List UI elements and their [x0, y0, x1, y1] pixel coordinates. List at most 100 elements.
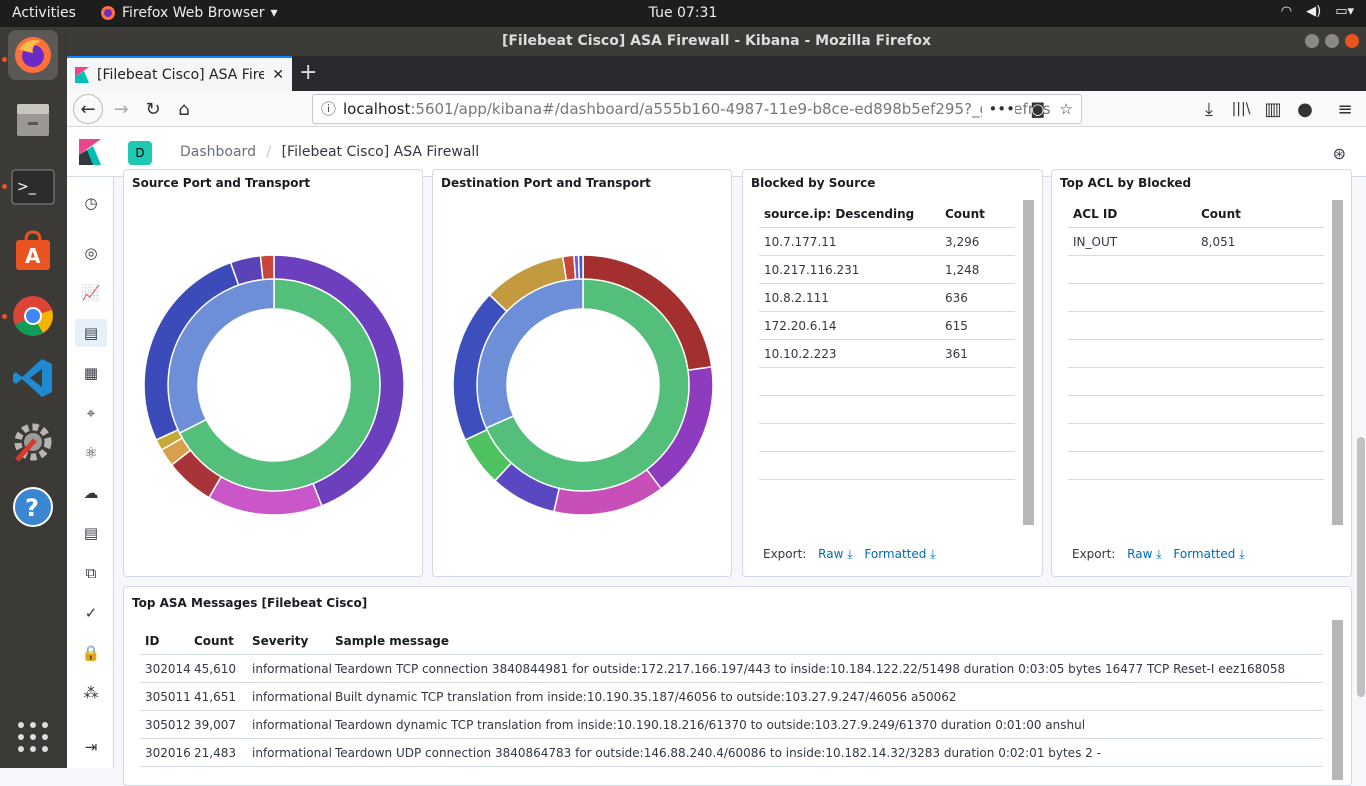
sidebar-toggle-icon[interactable]: ▥ — [1259, 96, 1287, 122]
table-row[interactable]: IN_OUT 8,051 — [1068, 228, 1324, 256]
logs-icon[interactable]: ▤ — [75, 519, 107, 547]
source-port-donut[interactable] — [124, 170, 424, 578]
space-avatar[interactable]: D — [128, 141, 152, 165]
cell-message: Teardown TCP connection 3840844981 for o… — [335, 661, 1286, 676]
new-tab-button[interactable]: + — [299, 60, 317, 85]
close-tab-icon[interactable]: ✕ — [272, 67, 284, 83]
page-actions-icon[interactable]: ••• — [982, 95, 1015, 123]
system-tray[interactable]: ◠ ◀) ▭▾ — [1281, 4, 1354, 19]
forward-button[interactable]: → — [107, 96, 135, 122]
column-count[interactable]: Count — [945, 207, 985, 221]
vertical-scrollbar[interactable] — [1332, 200, 1343, 525]
bookmark-star-icon[interactable]: ☆ — [1060, 95, 1073, 123]
visualize-icon[interactable]: 📈 — [75, 279, 107, 307]
downloads-icon[interactable]: ⤓ — [1195, 96, 1223, 122]
site-info-icon[interactable]: ⓘ — [321, 95, 336, 123]
cell-ip: 10.8.2.111 — [764, 290, 829, 305]
window-titlebar[interactable]: [Filebeat Cisco] ASA Firewall - Kibana -… — [67, 27, 1366, 56]
files-icon — [17, 104, 49, 136]
help-menu-icon[interactable]: ⊛ — [1333, 144, 1346, 163]
account-icon[interactable]: ● — [1291, 96, 1319, 122]
table-header: source.ip: Descending Count — [759, 200, 1015, 228]
export-formatted-link[interactable]: Formatted ⤓ — [1173, 547, 1244, 561]
table-row[interactable]: 10.8.2.111 636 — [759, 284, 1015, 312]
navigation-toolbar: ← → ↻ ⌂ ⓘ localhost:5601/app/kibana#/das… — [67, 91, 1366, 127]
canvas-icon[interactable]: ▦ — [75, 359, 107, 387]
dock-firefox[interactable] — [8, 30, 58, 80]
cell-id: 302016 — [145, 745, 191, 760]
kibana-logo-icon[interactable] — [79, 139, 101, 165]
cell-count: 636 — [945, 290, 968, 305]
maps-icon[interactable]: ⌖ — [75, 399, 107, 427]
export-raw-link[interactable]: Raw ⤓ — [1127, 547, 1161, 561]
kibana-favicon-icon — [75, 66, 89, 83]
running-indicator — [2, 57, 7, 62]
vertical-scrollbar[interactable] — [1023, 200, 1034, 525]
reload-button[interactable]: ↻ — [139, 96, 167, 122]
column-acl-id[interactable]: ACL ID — [1068, 207, 1201, 221]
table-row[interactable]: 10.10.2.223 361 — [759, 340, 1015, 368]
discover-icon[interactable]: ◎ — [75, 239, 107, 267]
library-icon[interactable]: |||\ — [1227, 96, 1255, 122]
browser-tab-active[interactable]: [Filebeat Cisco] ASA Firewall - Kibana ✕ — [67, 56, 292, 91]
table-row[interactable]: 302016 21,483 informational Teardown UDP co… — [140, 739, 1323, 767]
app-menu[interactable]: Firefox Web Browser ▾ — [100, 5, 278, 21]
svg-text:?: ? — [25, 494, 39, 522]
back-button[interactable]: ← — [73, 94, 103, 124]
url-rest: :5601/app/kibana#/dashboard/a555b160-498… — [410, 100, 1051, 118]
destination-port-donut[interactable] — [433, 170, 733, 578]
breadcrumb-dashboard[interactable]: Dashboard — [180, 144, 256, 160]
recent-icon[interactable]: ◷ — [75, 189, 107, 217]
activities-button[interactable]: Activities — [12, 5, 76, 21]
column-id[interactable]: ID — [140, 634, 194, 648]
siem-icon[interactable]: 🔒 — [75, 639, 107, 667]
minimize-button[interactable] — [1305, 34, 1319, 48]
maximize-button[interactable] — [1325, 34, 1339, 48]
panel-source-port: Source Port and Transport — [123, 169, 423, 577]
close-window-button[interactable] — [1345, 34, 1359, 48]
column-count[interactable]: Count — [1201, 207, 1241, 221]
machine-learning-icon[interactable]: ⚛ — [75, 439, 107, 467]
dock-help[interactable]: ? — [8, 482, 58, 532]
window-title: [Filebeat Cisco] ASA Firewall - Kibana -… — [501, 33, 932, 49]
column-sample-message[interactable]: Sample message — [335, 634, 449, 648]
table-row[interactable]: 305012 39,007 informational Teardown dynami… — [140, 711, 1323, 739]
uptime-icon[interactable]: ✓ — [75, 599, 107, 627]
table-row[interactable]: 10.217.116.231 1,248 — [759, 256, 1015, 284]
vertical-scrollbar[interactable] — [1332, 620, 1343, 780]
export-formatted-link[interactable]: Formatted ⤓ — [864, 547, 935, 561]
table-row[interactable]: 10.7.177.11 3,296 — [759, 228, 1015, 256]
pocket-icon[interactable]: ◙ — [1030, 95, 1045, 123]
column-severity[interactable]: Severity — [252, 634, 335, 648]
dock-chrome[interactable] — [8, 291, 58, 341]
collapse-nav-icon[interactable]: ⇥ — [75, 733, 107, 761]
column-source-ip[interactable]: source.ip: Descending — [759, 207, 945, 221]
empty-row — [1068, 312, 1324, 340]
dock-files[interactable] — [8, 95, 58, 145]
table-row[interactable]: 172.20.6.14 615 — [759, 312, 1015, 340]
dock-terminal[interactable]: >_ — [8, 162, 58, 212]
dock-vscode[interactable] — [8, 353, 58, 403]
cell-count: 45,610 — [194, 661, 236, 676]
cell-count: 41,651 — [194, 689, 236, 704]
graph-icon[interactable]: ⁂ — [75, 679, 107, 707]
chevron-down-icon: ▾ — [270, 5, 278, 21]
column-count[interactable]: Count — [194, 634, 252, 648]
dock-settings[interactable] — [8, 417, 58, 467]
dashboard-icon[interactable]: ▤ — [75, 319, 107, 347]
breadcrumb: Dashboard / [Filebeat Cisco] ASA Firewal… — [180, 144, 479, 160]
menu-icon[interactable]: ≡ — [1331, 96, 1359, 122]
apm-icon[interactable]: ⧉ — [75, 559, 107, 587]
dock-software[interactable]: A — [8, 226, 58, 276]
table-row[interactable]: 305011 41,651 informational Built dynamic T… — [140, 683, 1323, 711]
infrastructure-icon[interactable]: ☁ — [75, 479, 107, 507]
show-applications-button[interactable] — [8, 712, 58, 762]
url-bar[interactable]: ⓘ localhost:5601/app/kibana#/dashboard/a… — [312, 94, 1082, 124]
url-host: localhost — [343, 100, 411, 118]
empty-row — [1068, 340, 1324, 368]
home-button[interactable]: ⌂ — [170, 96, 198, 122]
running-indicator — [2, 184, 7, 189]
export-raw-link[interactable]: Raw ⤓ — [818, 547, 852, 561]
page-scrollbar[interactable] — [1357, 437, 1365, 697]
table-row[interactable]: 302014 45,610 informational Teardown TCP co… — [140, 655, 1323, 683]
